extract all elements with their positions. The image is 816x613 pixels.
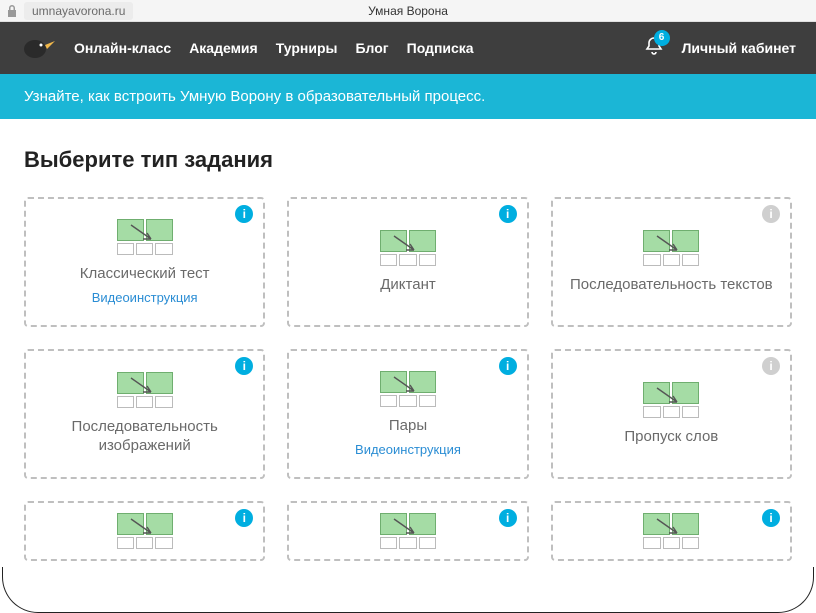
info-icon[interactable]: i <box>499 509 517 527</box>
card-thumbnail <box>117 219 173 257</box>
card-title: Классический тест <box>80 265 210 284</box>
task-card[interactable]: i Пары Видеоинструкция <box>287 349 528 479</box>
account-link[interactable]: Личный кабинет <box>682 40 796 56</box>
info-icon[interactable]: i <box>762 357 780 375</box>
nav-academy[interactable]: Академия <box>189 40 258 56</box>
video-instruction-link[interactable]: Видеоинструкция <box>355 442 461 457</box>
nav-tournaments[interactable]: Турниры <box>276 40 338 56</box>
card-thumbnail <box>117 513 173 549</box>
info-icon[interactable]: i <box>235 357 253 375</box>
info-icon[interactable]: i <box>762 205 780 223</box>
window-title: Умная Ворона <box>368 4 448 18</box>
task-card[interactable]: i Пропуск слов <box>551 349 792 479</box>
task-card[interactable]: i Классический тест Видеоинструкция <box>24 197 265 327</box>
card-title: Пары <box>389 417 427 436</box>
task-card[interactable]: i Последовательность изображений <box>24 349 265 479</box>
logo-icon[interactable] <box>20 34 56 62</box>
card-thumbnail <box>643 382 699 420</box>
card-thumbnail <box>643 513 699 549</box>
decorative-bottom-curve <box>2 567 814 613</box>
notifications-button[interactable]: 6 <box>644 36 664 61</box>
nav-blog[interactable]: Блог <box>355 40 388 56</box>
card-thumbnail <box>380 513 436 549</box>
card-thumbnail <box>643 230 699 268</box>
task-card[interactable]: i <box>287 501 528 561</box>
url-text[interactable]: umnayavorona.ru <box>24 2 133 20</box>
card-thumbnail <box>380 371 436 409</box>
info-banner[interactable]: Узнайте, как встроить Умную Ворону в обр… <box>0 74 816 119</box>
task-card[interactable]: i Последовательность текстов <box>551 197 792 327</box>
info-icon[interactable]: i <box>235 509 253 527</box>
info-icon[interactable]: i <box>762 509 780 527</box>
task-card[interactable]: i <box>24 501 265 561</box>
task-type-grid: i Классический тест Видеоинструкция i Дикт… <box>24 197 792 561</box>
task-card[interactable]: i <box>551 501 792 561</box>
browser-address-bar: umnayavorona.ru Умная Ворона <box>0 0 816 22</box>
nav-subscription[interactable]: Подписка <box>407 40 474 56</box>
lock-icon <box>0 5 24 17</box>
card-title: Последовательность текстов <box>570 276 773 295</box>
info-icon[interactable]: i <box>235 205 253 223</box>
card-thumbnail <box>117 372 173 410</box>
banner-text: Узнайте, как встроить Умную Ворону в обр… <box>24 88 485 105</box>
video-instruction-link[interactable]: Видеоинструкция <box>92 290 198 305</box>
info-icon[interactable]: i <box>499 205 517 223</box>
notifications-badge: 6 <box>654 30 670 46</box>
nav-online-class[interactable]: Онлайн-класс <box>74 40 171 56</box>
card-title: Последовательность изображений <box>34 418 255 456</box>
card-title: Пропуск слов <box>624 428 718 447</box>
info-icon[interactable]: i <box>499 357 517 375</box>
page-heading: Выберите тип задания <box>24 147 792 173</box>
top-navigation: Онлайн-класс Академия Турниры Блог Подпи… <box>0 22 816 74</box>
nav-links: Онлайн-класс Академия Турниры Блог Подпи… <box>74 40 644 56</box>
task-card[interactable]: i Диктант <box>287 197 528 327</box>
card-thumbnail <box>380 230 436 268</box>
card-title: Диктант <box>380 276 435 295</box>
